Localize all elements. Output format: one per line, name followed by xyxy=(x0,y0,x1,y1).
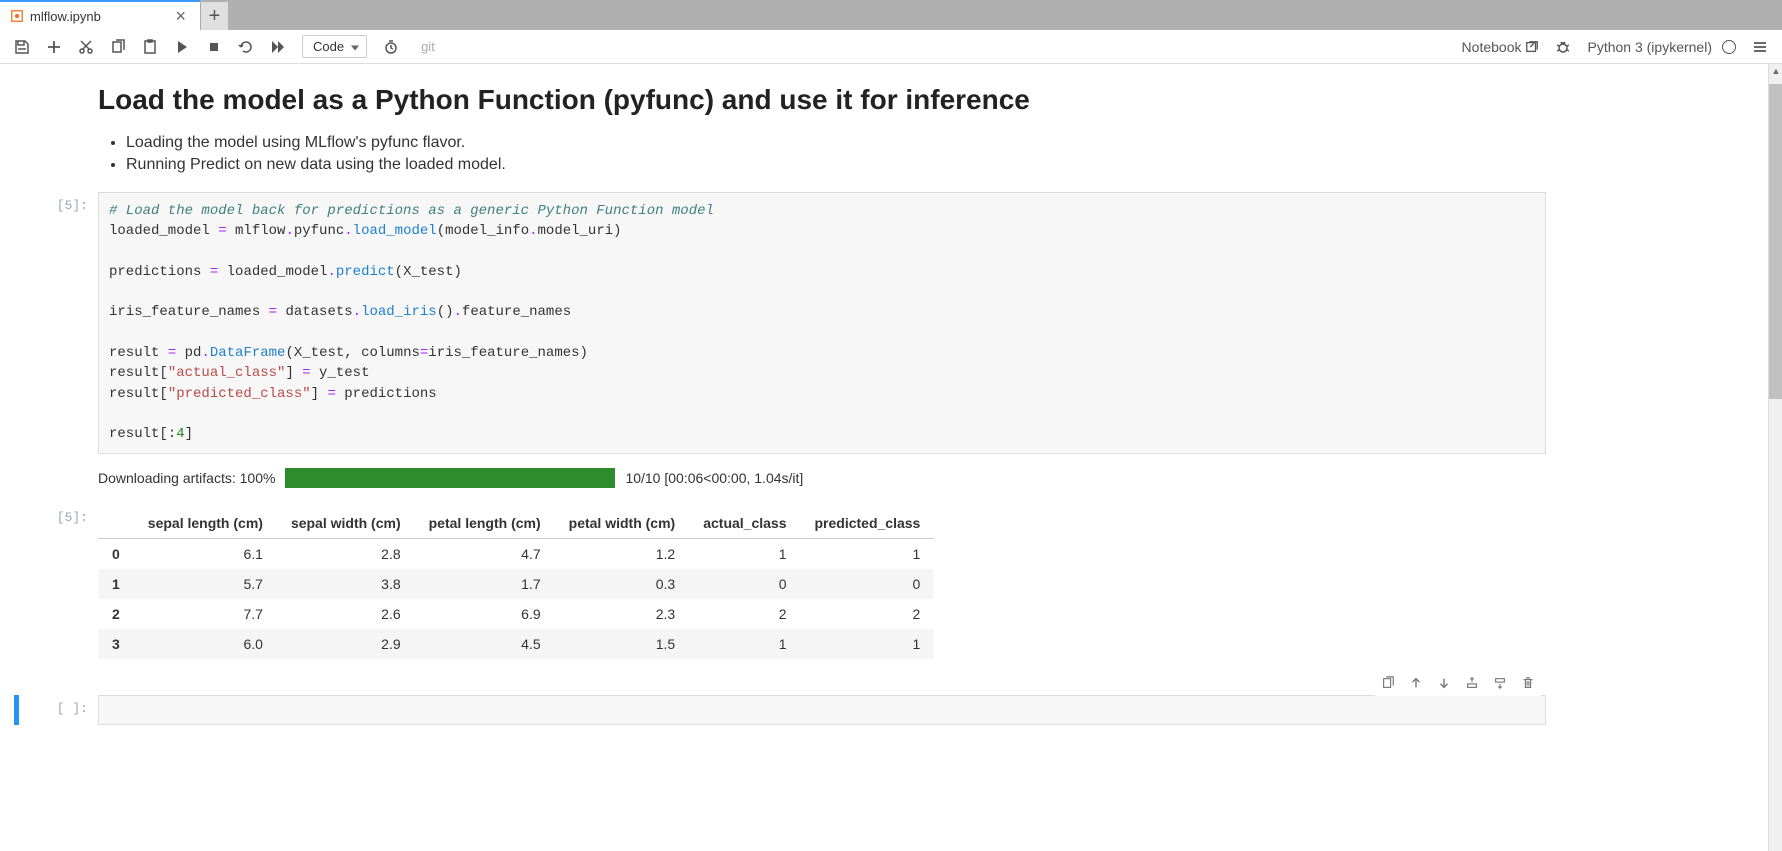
git-label: git xyxy=(421,39,435,54)
restart-button[interactable] xyxy=(232,33,260,61)
column-header: predicted_class xyxy=(801,508,935,539)
stop-button[interactable] xyxy=(200,33,228,61)
bullet-item: Running Predict on new data using the lo… xyxy=(126,156,1546,174)
progress-stats: 10/10 [00:06<00:00, 1.04s/it] xyxy=(625,470,803,486)
menu-icon[interactable] xyxy=(1746,33,1774,61)
copy-button[interactable] xyxy=(104,33,132,61)
output-table-row: [5]: sepal length (cm)sepal width (cm)pe… xyxy=(14,504,1546,659)
tab-bar: mlflow.ipynb × + xyxy=(0,0,1782,30)
column-header: sepal length (cm) xyxy=(134,508,277,539)
input-prompt: [5]: xyxy=(14,192,98,454)
paste-button[interactable] xyxy=(136,33,164,61)
cell-value: 7.7 xyxy=(134,599,277,629)
timer-icon[interactable] xyxy=(377,33,405,61)
cell-value: 4.7 xyxy=(415,538,555,569)
progress-bar xyxy=(285,468,615,488)
add-cell-button[interactable] xyxy=(40,33,68,61)
column-header: petal length (cm) xyxy=(415,508,555,539)
notebook-mode-label[interactable]: Notebook xyxy=(1462,39,1540,55)
cell-value: 2 xyxy=(801,599,935,629)
run-all-button[interactable] xyxy=(264,33,292,61)
code-editor[interactable]: # Load the model back for predictions as… xyxy=(98,192,1546,454)
move-down-icon[interactable] xyxy=(1433,672,1455,694)
bullet-item: Loading the model using MLflow's pyfunc … xyxy=(126,134,1546,152)
heading: Load the model as a Python Function (pyf… xyxy=(98,84,1546,116)
move-up-icon[interactable] xyxy=(1405,672,1427,694)
cell-value: 1.5 xyxy=(555,629,690,659)
scroll-up-icon[interactable]: ▲ xyxy=(1769,64,1782,78)
column-header: actual_class xyxy=(689,508,800,539)
add-tab-button[interactable]: + xyxy=(200,2,228,30)
cell-value: 2.8 xyxy=(277,538,415,569)
cell-value: 1 xyxy=(689,538,800,569)
cell-value: 2 xyxy=(689,599,800,629)
cell-value: 6.9 xyxy=(415,599,555,629)
save-button[interactable] xyxy=(8,33,36,61)
cell-value: 4.5 xyxy=(415,629,555,659)
empty-code-cell[interactable]: [ ]: xyxy=(14,695,1546,725)
cell-type-select[interactable]: Code xyxy=(302,35,367,58)
cell-value: 1 xyxy=(689,629,800,659)
table-row: 36.02.94.51.511 xyxy=(98,629,934,659)
table-row: 06.12.84.71.211 xyxy=(98,538,934,569)
cell-value: 2.6 xyxy=(277,599,415,629)
row-index: 0 xyxy=(98,538,134,569)
duplicate-icon[interactable] xyxy=(1377,672,1399,694)
cell-value: 0.3 xyxy=(555,569,690,599)
cell-value: 0 xyxy=(689,569,800,599)
code-cell[interactable]: [5]: # Load the model back for predictio… xyxy=(14,192,1546,454)
kernel-label[interactable]: Python 3 (ipykernel) xyxy=(1587,39,1712,55)
cell-value: 1 xyxy=(801,538,935,569)
column-header xyxy=(98,508,134,539)
cell-value: 2.9 xyxy=(277,629,415,659)
kernel-status-idle-icon[interactable] xyxy=(1722,40,1736,54)
row-index: 1 xyxy=(98,569,134,599)
insert-above-icon[interactable] xyxy=(1461,672,1483,694)
cell-toolbar xyxy=(1375,670,1541,696)
toolbar: Code git Notebook Python 3 (ipykernel) xyxy=(0,30,1782,64)
cell-value: 5.7 xyxy=(134,569,277,599)
cell-value: 2.3 xyxy=(555,599,690,629)
table-row: 15.73.81.70.300 xyxy=(98,569,934,599)
dataframe-table: sepal length (cm)sepal width (cm)petal l… xyxy=(98,508,934,659)
code-editor[interactable] xyxy=(98,695,1546,725)
cell-value: 3.8 xyxy=(277,569,415,599)
output-progress: Downloading artifacts: 100% 10/10 [00:06… xyxy=(14,458,1546,500)
column-header: petal width (cm) xyxy=(555,508,690,539)
bug-icon[interactable] xyxy=(1549,33,1577,61)
cell-value: 6.0 xyxy=(134,629,277,659)
row-index: 3 xyxy=(98,629,134,659)
scrollbar[interactable]: ▲ xyxy=(1768,64,1782,851)
markdown-cell[interactable]: Load the model as a Python Function (pyf… xyxy=(98,84,1546,174)
cell-value: 0 xyxy=(801,569,935,599)
output-prompt: [5]: xyxy=(14,504,98,659)
cell-value: 1 xyxy=(801,629,935,659)
notebook-icon xyxy=(10,9,24,23)
insert-below-icon[interactable] xyxy=(1489,672,1511,694)
row-index: 2 xyxy=(98,599,134,629)
close-icon[interactable]: × xyxy=(171,6,190,27)
scrollbar-thumb[interactable] xyxy=(1769,84,1782,399)
tab-title: mlflow.ipynb xyxy=(30,9,101,24)
input-prompt: [ ]: xyxy=(28,695,98,725)
cell-value: 1.2 xyxy=(555,538,690,569)
column-header: sepal width (cm) xyxy=(277,508,415,539)
delete-icon[interactable] xyxy=(1517,672,1539,694)
cell-value: 1.7 xyxy=(415,569,555,599)
tab-mlflow[interactable]: mlflow.ipynb × xyxy=(0,0,200,30)
run-button[interactable] xyxy=(168,33,196,61)
cut-button[interactable] xyxy=(72,33,100,61)
notebook-content: Load the model as a Python Function (pyf… xyxy=(0,64,1768,851)
cell-value: 6.1 xyxy=(134,538,277,569)
table-row: 27.72.66.92.322 xyxy=(98,599,934,629)
active-cell-indicator xyxy=(14,695,19,725)
progress-label: Downloading artifacts: 100% xyxy=(98,470,275,486)
